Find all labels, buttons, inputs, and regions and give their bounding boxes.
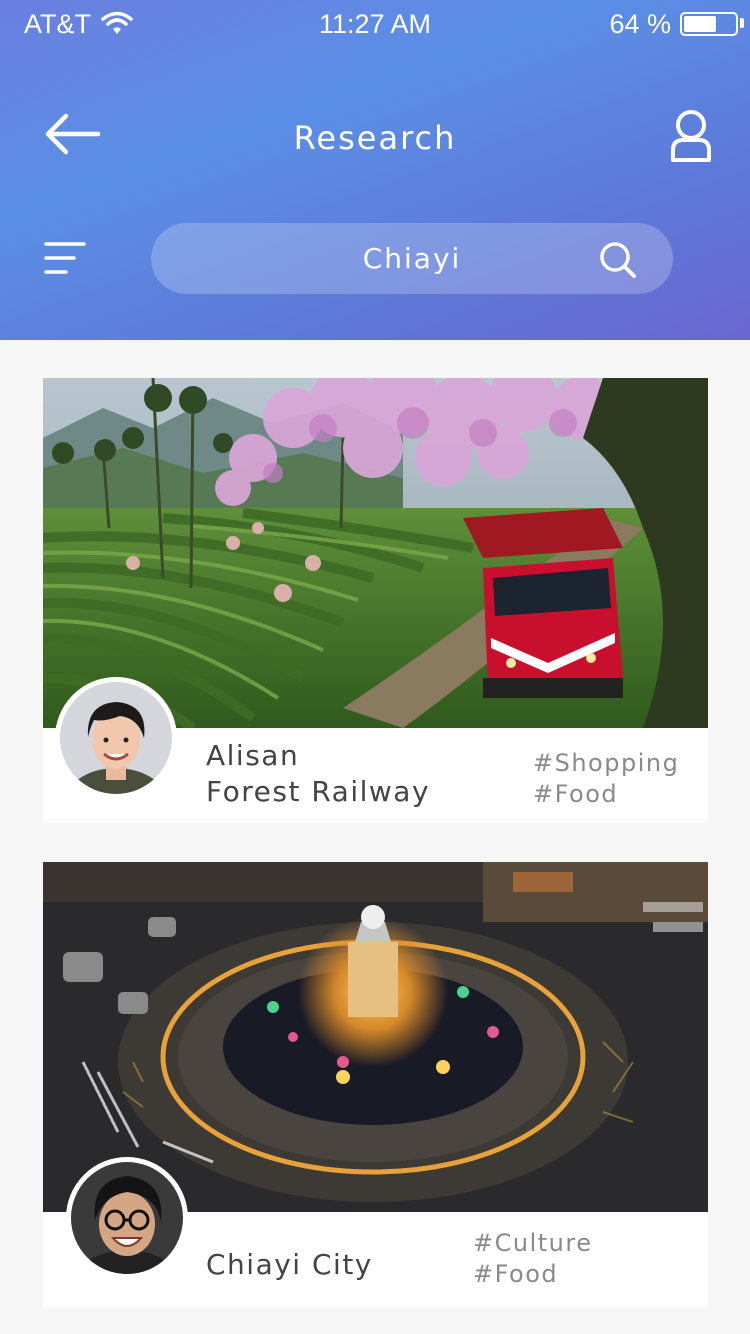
tag-list: #Culture #Food [473, 1228, 592, 1290]
place-name-line1: Alisan [206, 739, 300, 772]
user-profile-icon[interactable] [668, 108, 714, 164]
place-card-alisan[interactable]: Alisan Forest Railway #Shopping #Food [43, 378, 708, 823]
avatar[interactable] [55, 677, 177, 799]
place-name[interactable]: Chiayi City [206, 1247, 373, 1283]
battery-percentage: 64 % [609, 9, 671, 39]
battery-icon [680, 12, 738, 36]
place-name-line2: Forest Railway [206, 775, 431, 808]
search-bar[interactable]: Chiayi [151, 223, 673, 294]
tag-food[interactable]: #Food [473, 1259, 592, 1290]
tag-culture[interactable]: #Culture [473, 1228, 592, 1259]
place-name-line1: Chiayi City [206, 1248, 373, 1281]
header: AT&T 11:27 AM 64 % Research Chiayi [0, 0, 750, 340]
place-name[interactable]: Alisan Forest Railway [206, 738, 430, 810]
tag-food[interactable]: #Food [533, 779, 679, 810]
status-bar: AT&T 11:27 AM 64 % [0, 0, 750, 48]
tag-shopping[interactable]: #Shopping [533, 748, 679, 779]
avatar[interactable] [66, 1157, 188, 1279]
battery-cap [740, 18, 744, 28]
menu-icon[interactable] [44, 240, 86, 276]
search-input[interactable]: Chiayi [151, 242, 673, 275]
place-card-chiayi-city[interactable]: Chiayi City #Culture #Food [43, 862, 708, 1307]
tag-list: #Shopping #Food [533, 748, 679, 810]
alisan-railway-photo[interactable] [43, 378, 708, 728]
battery-level [684, 16, 716, 32]
search-icon[interactable] [599, 241, 637, 279]
page-title: Research [293, 119, 457, 157]
